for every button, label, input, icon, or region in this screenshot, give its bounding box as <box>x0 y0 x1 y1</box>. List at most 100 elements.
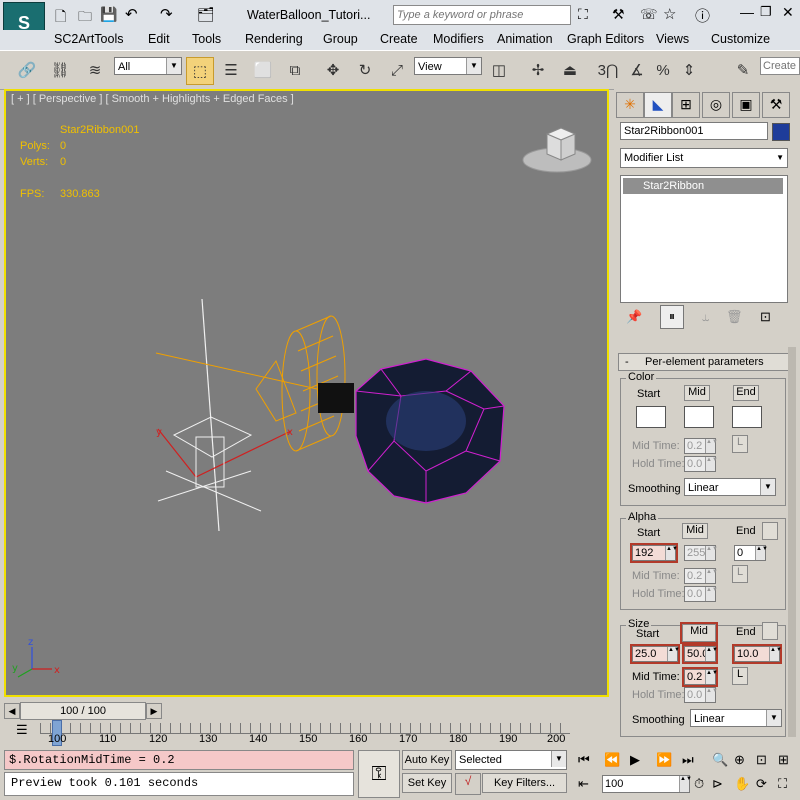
keyboard-shortcut-icon[interactable]: ⏏ <box>557 57 583 83</box>
menu-item[interactable]: Edit <box>148 32 170 46</box>
time-config-icon[interactable]: ⏱ <box>694 776 704 792</box>
show-end-result-icon[interactable]: ⏸ <box>660 305 684 329</box>
alpha-start-spinner[interactable]: 192 ▲▼ <box>630 543 678 563</box>
modify-tab-icon[interactable]: ◣ <box>644 92 672 118</box>
stack-item[interactable]: Star2Ribbon <box>623 178 783 194</box>
save-file-icon[interactable]: 💾 <box>100 6 117 23</box>
maxscript-input[interactable]: $.RotationMidTime = 0.2 <box>4 750 354 770</box>
scale-icon[interactable]: ⤢ <box>384 57 410 83</box>
color-mid-button[interactable]: Mid <box>684 385 710 401</box>
pivot-center-icon[interactable]: ◫ <box>486 57 512 83</box>
zoom-extents-all-icon[interactable]: ⊞ <box>778 752 789 768</box>
play-icon[interactable]: ▶ <box>630 752 640 768</box>
open-file-icon[interactable]: 🗀 <box>78 6 92 30</box>
menu-item[interactable]: SC2ArtTools <box>54 32 123 46</box>
time-slider-thumb[interactable]: 100 / 100 <box>20 702 146 720</box>
binoculars-icon[interactable]: ⛶ <box>578 6 588 23</box>
menu-item[interactable]: Modifiers <box>433 32 484 46</box>
orbit-icon[interactable]: ⟳ <box>756 776 767 792</box>
size-hold-time-spinner[interactable]: 0.0 ▲▼ <box>684 687 718 703</box>
size-lock-button[interactable]: L <box>732 667 748 685</box>
zoom-icon[interactable]: 🔍 <box>712 752 728 768</box>
time-slider[interactable]: ◀ 100 / 100 ▶ <box>0 700 610 720</box>
time-slider-next-icon[interactable]: ▶ <box>146 703 162 719</box>
move-icon[interactable]: ✥ <box>320 57 346 83</box>
tools-icon[interactable]: ⚒ <box>612 6 625 23</box>
alpha-mid-time-spinner[interactable]: 0.2 ▲▼ <box>684 568 718 584</box>
link-icon[interactable]: 🔗 <box>14 57 40 83</box>
scrollbar[interactable] <box>788 347 796 737</box>
favorite-icon[interactable]: ☆ <box>663 5 676 23</box>
track-bar[interactable]: ☰ 100 110 120 130 140 150 160 170 180 19… <box>0 720 570 748</box>
project-folder-icon[interactable]: 🗂 <box>197 6 215 23</box>
menu-item[interactable]: Graph Editors <box>567 32 644 46</box>
color-lock-button[interactable]: L <box>732 435 748 453</box>
angle-snap-icon[interactable]: ∡ <box>624 57 650 83</box>
select-by-name-icon[interactable]: ☰ <box>218 57 244 83</box>
select-manipulate-icon[interactable]: ✢ <box>525 57 551 83</box>
configure-sets-icon[interactable]: ⊡ <box>760 309 771 325</box>
curve-editor-icon[interactable]: ☰ <box>16 722 28 738</box>
restore-icon[interactable]: ❐ <box>760 4 772 20</box>
select-object-icon[interactable]: ⬚ <box>186 57 214 85</box>
size-mid-spinner[interactable]: 50.0 ▲▼ <box>682 644 718 664</box>
go-to-end-icon[interactable]: ⏭ <box>682 752 694 768</box>
minimize-icon[interactable]: — <box>740 4 754 20</box>
unlink-icon[interactable]: ⛓ <box>47 57 73 83</box>
alpha-lock-button[interactable]: L <box>732 565 748 583</box>
menu-item[interactable]: Customize <box>711 32 770 46</box>
alpha-end-swatch[interactable] <box>762 522 778 540</box>
pin-stack-icon[interactable]: 📌 <box>626 309 642 325</box>
rect-selection-icon[interactable]: ⬜ <box>250 57 276 83</box>
zoom-extents-icon[interactable]: ⊡ <box>756 752 767 768</box>
alpha-end-spinner[interactable]: 0 ▲▼ <box>734 545 768 561</box>
set-key-button[interactable]: Set Key <box>402 773 452 793</box>
menu-item[interactable]: Create <box>380 32 418 46</box>
size-start-spinner[interactable]: 25.0 ▲▼ <box>630 644 680 664</box>
motion-tab-icon[interactable]: ◎ <box>702 92 730 118</box>
key-icon[interactable]: ⚿ <box>358 750 400 798</box>
new-file-icon[interactable]: 🗋 <box>55 6 66 30</box>
size-end-spinner[interactable]: 10.0 ▲▼ <box>732 644 782 664</box>
time-slider-prev-icon[interactable]: ◀ <box>4 703 20 719</box>
perspective-viewport[interactable]: [ + ] [ Perspective ] [ Smooth + Highlig… <box>4 89 609 697</box>
alpha-hold-time-spinner[interactable]: 0.0 ▲▼ <box>684 586 718 602</box>
alpha-mid-spinner[interactable]: 255 ▲▼ <box>684 545 718 561</box>
color-start-swatch[interactable] <box>636 406 666 428</box>
display-tab-icon[interactable]: ▣ <box>732 92 760 118</box>
help-icon[interactable]: ⓘ <box>695 5 710 26</box>
communication-icon[interactable]: ☏ <box>640 6 658 23</box>
search-input[interactable] <box>393 5 571 25</box>
menu-item[interactable]: Views <box>656 32 689 46</box>
snaps-toggle-icon[interactable]: 3 ⋂ <box>595 57 621 83</box>
size-smoothing-dropdown[interactable]: Linear ▼ <box>690 709 782 727</box>
close-icon[interactable]: ✕ <box>782 4 794 21</box>
color-hold-time-spinner[interactable]: 0.0 ▲▼ <box>684 456 718 472</box>
default-in-out-tangents-icon[interactable]: √ <box>455 773 481 795</box>
field-of-view-icon[interactable]: ⊳ <box>712 776 723 792</box>
rotate-icon[interactable]: ↻ <box>352 57 378 83</box>
previous-frame-icon[interactable]: ⏪ <box>604 752 620 768</box>
scene-geometry[interactable]: y x z x y <box>6 91 607 695</box>
menu-item[interactable]: Rendering <box>245 32 303 46</box>
redo-icon[interactable]: ↷ <box>160 5 173 23</box>
alpha-mid-button[interactable]: Mid <box>682 523 708 539</box>
object-name-field[interactable]: Star2Ribbon001 <box>620 122 768 140</box>
percent-snap-icon[interactable]: % <box>650 57 676 83</box>
auto-key-button[interactable]: Auto Key <box>402 750 452 770</box>
key-mode-toggle-icon[interactable]: ⇤ <box>578 776 589 792</box>
menu-item[interactable]: Tools <box>192 32 221 46</box>
key-mode-dropdown[interactable]: Selected ▼ <box>455 750 567 770</box>
maximize-viewport-icon[interactable]: ⛶ <box>778 776 787 792</box>
color-end-button[interactable]: End <box>733 385 759 401</box>
make-unique-icon[interactable]: ⥿ <box>702 309 709 325</box>
modifier-list-dropdown[interactable]: Modifier List ▼ <box>620 148 788 168</box>
reference-coord-dropdown[interactable]: View ▼ <box>414 57 482 75</box>
remove-modifier-icon[interactable]: 🗑 <box>726 309 743 325</box>
size-mid-time-spinner[interactable]: 0.2 ▲▼ <box>682 667 718 687</box>
selection-filter-dropdown[interactable]: All ▼ <box>114 57 182 75</box>
create-tab-icon[interactable]: ✳ <box>616 92 644 118</box>
go-to-start-icon[interactable]: ⏮ <box>578 752 590 768</box>
object-color-swatch[interactable] <box>772 123 790 141</box>
undo-icon[interactable]: ↶ <box>125 5 138 23</box>
